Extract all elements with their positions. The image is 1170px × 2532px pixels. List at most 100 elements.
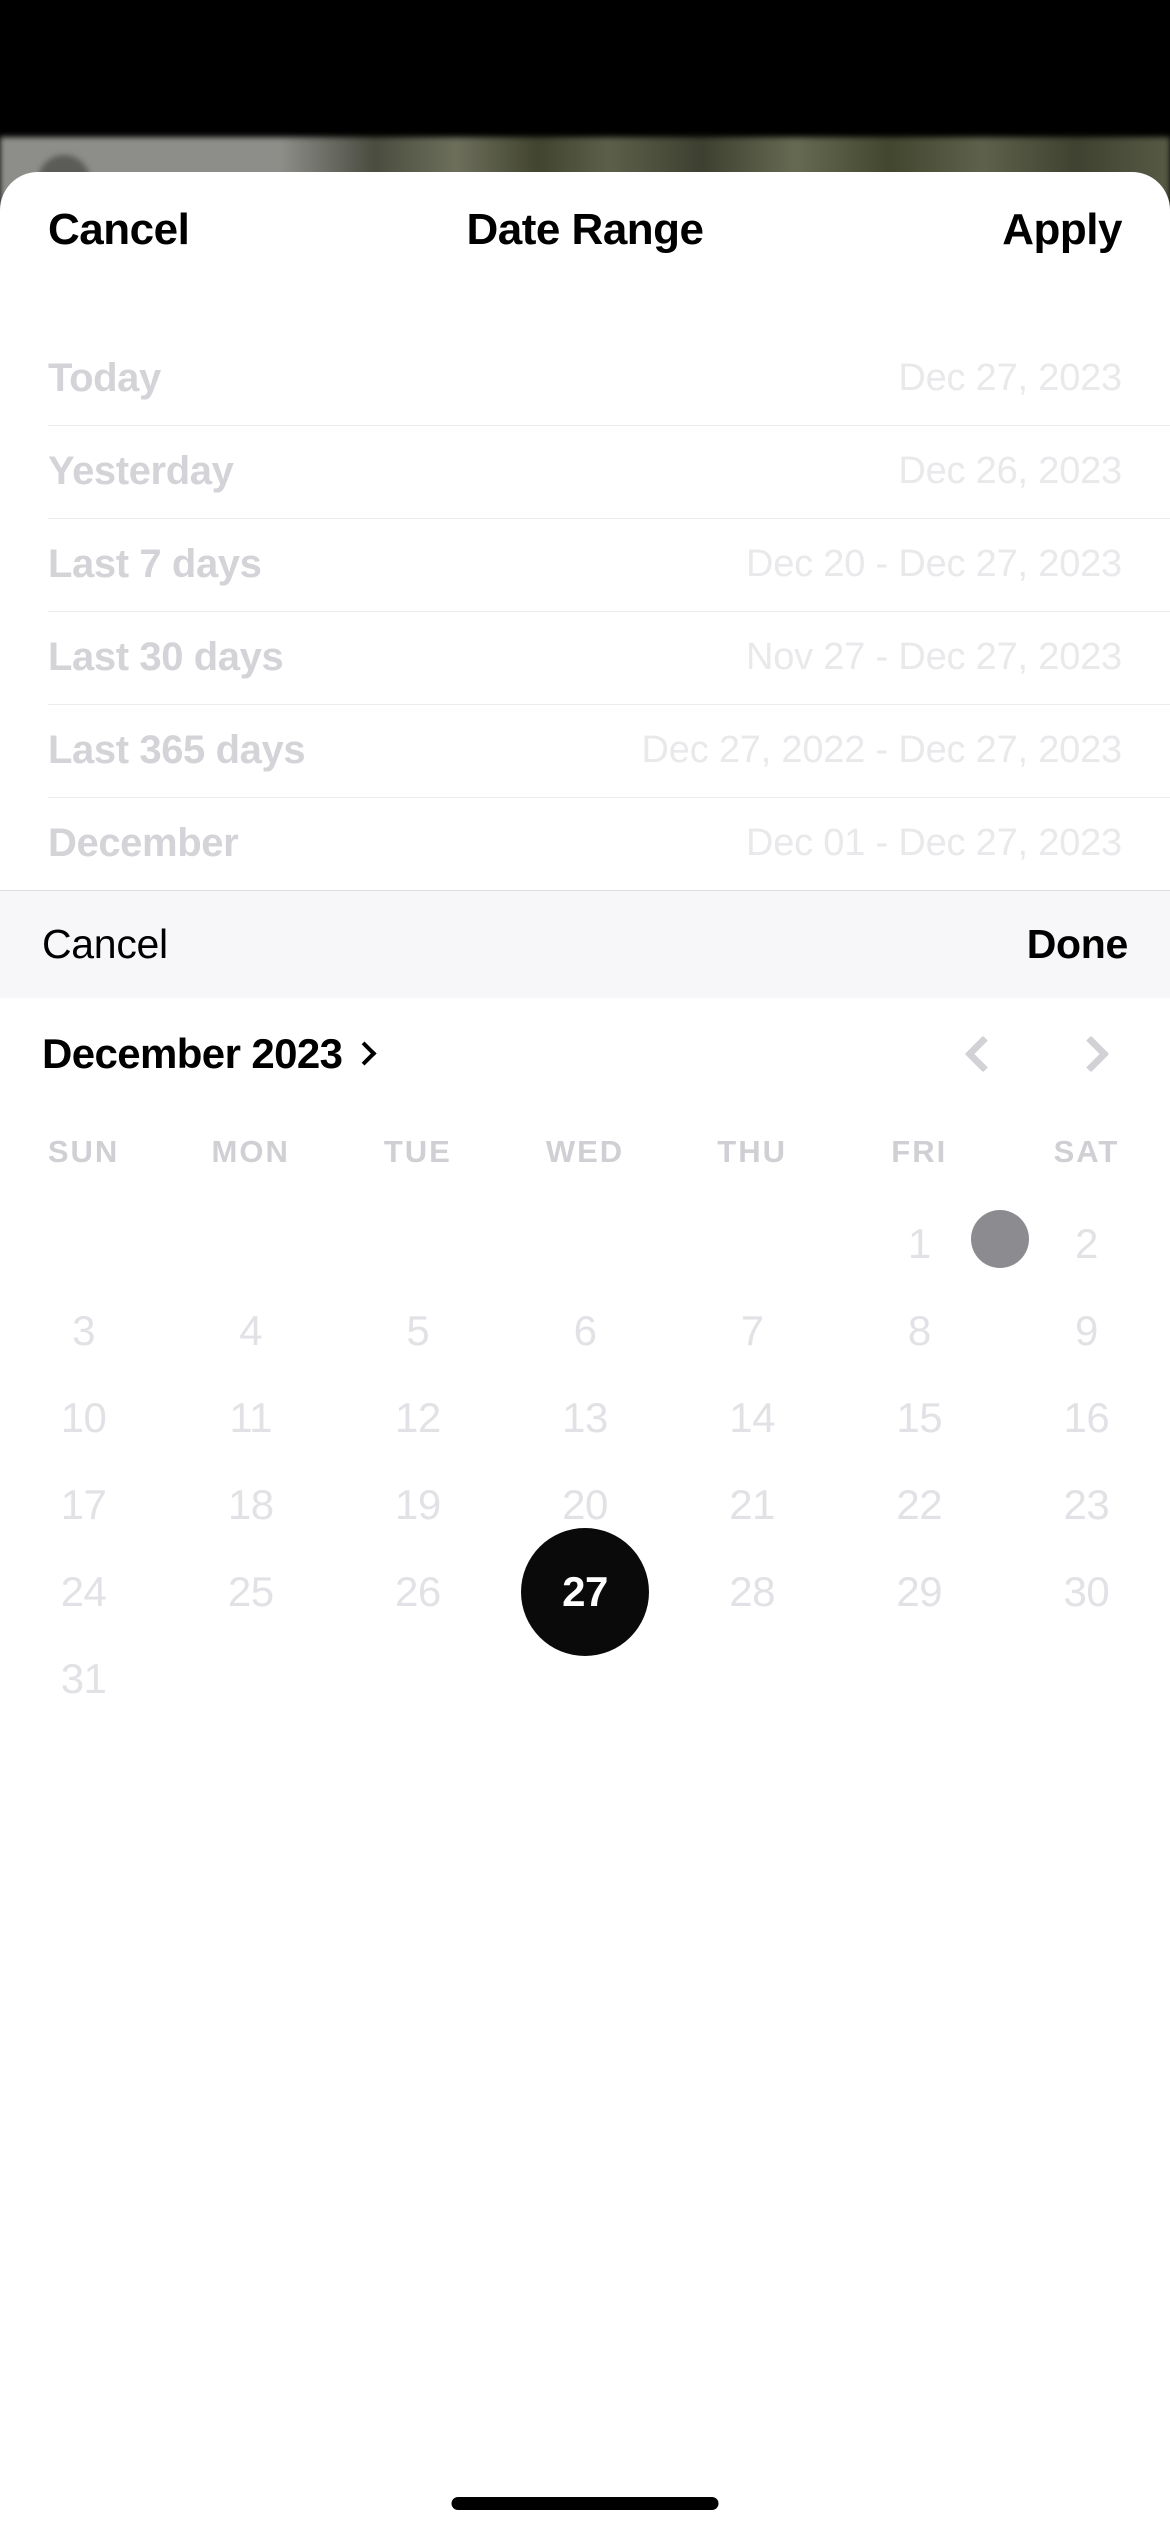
calendar-day[interactable]: 26 xyxy=(334,1548,501,1635)
calendar-day-number: 9 xyxy=(1074,1306,1098,1354)
calendar-day-number: 28 xyxy=(729,1567,775,1615)
calendar-day-number: 31 xyxy=(60,1654,107,1702)
calendar-day[interactable]: 29 xyxy=(836,1548,1003,1635)
calendar-day-number: 8 xyxy=(907,1306,931,1354)
calendar-day[interactable]: 24 xyxy=(0,1548,167,1635)
calendar-day-selected[interactable]: 27 xyxy=(501,1527,668,1656)
preset-label: December xyxy=(48,821,239,865)
calendar-header: December 2023 xyxy=(0,998,1170,1110)
calendar-day-number: 16 xyxy=(1063,1393,1110,1441)
calendar-month-label: December 2023 xyxy=(42,1030,343,1077)
calendar-day[interactable]: 18 xyxy=(167,1461,334,1548)
calendar-day-number: 27 xyxy=(520,1527,649,1656)
calendar-day[interactable]: 28 xyxy=(669,1548,836,1635)
calendar-day[interactable]: 25 xyxy=(167,1548,334,1635)
preset-label: Today xyxy=(48,356,161,400)
calendar-day-number: 7 xyxy=(740,1306,764,1354)
weekday-header-wed: WED xyxy=(545,1134,625,1169)
calendar-panel: December 2023 SUN MON TUE WED THU FRI SAT 1234… xyxy=(0,998,1170,1722)
calendar-day-empty xyxy=(0,1200,167,1287)
preset-label: Last 7 days xyxy=(48,542,262,586)
weekday-header-sun: SUN xyxy=(47,1134,120,1169)
sheet-apply-button[interactable]: Apply xyxy=(1002,208,1122,252)
calendar-picker-toolbar: Cancel Done xyxy=(0,890,1170,998)
calendar-next-month-button[interactable] xyxy=(1068,1031,1114,1077)
calendar-day[interactable]: 30 xyxy=(1003,1548,1170,1635)
preset-row[interactable]: Last 30 days Nov 27 - Dec 27, 2023 xyxy=(0,611,1170,704)
calendar-day[interactable]: 5 xyxy=(334,1287,501,1374)
calendar-day-number: 13 xyxy=(562,1393,608,1441)
calendar-day-empty xyxy=(334,1200,501,1287)
calendar-day-number: 15 xyxy=(896,1393,943,1441)
calendar-day[interactable]: 23 xyxy=(1003,1461,1170,1548)
calendar-day-number: 30 xyxy=(1063,1567,1110,1615)
weekday-header-tue: TUE xyxy=(383,1134,452,1169)
preset-row[interactable]: Last 365 days Dec 27, 2022 - Dec 27, 2023 xyxy=(0,704,1170,797)
preset-value: Dec 27, 2023 xyxy=(898,357,1122,399)
calendar-day[interactable]: 17 xyxy=(0,1461,167,1548)
calendar-day[interactable]: 11 xyxy=(167,1374,334,1461)
calendar-day[interactable]: 3 xyxy=(0,1287,167,1374)
calendar-day[interactable]: 9 xyxy=(1003,1287,1170,1374)
chevron-left-icon xyxy=(964,1035,1002,1073)
calendar-day[interactable]: 31 xyxy=(0,1635,167,1722)
calendar-day[interactable]: 14 xyxy=(669,1374,836,1461)
calendar-day-number: 4 xyxy=(239,1306,263,1354)
preset-row[interactable]: December Dec 01 - Dec 27, 2023 xyxy=(0,797,1170,890)
phone-screen: Cancel Date Range Apply Today Dec 27, 202… xyxy=(0,0,1170,2532)
picker-cancel-button[interactable]: Cancel xyxy=(42,924,168,965)
weekday-header-thu: THU xyxy=(717,1134,787,1169)
calendar-day[interactable]: 21 xyxy=(669,1461,836,1548)
calendar-day[interactable]: 16 xyxy=(1003,1374,1170,1461)
preset-value: Dec 01 - Dec 27, 2023 xyxy=(745,822,1122,864)
calendar-day-empty xyxy=(167,1200,334,1287)
preset-row[interactable]: Yesterday Dec 26, 2023 xyxy=(0,425,1170,518)
calendar-day-number: 19 xyxy=(394,1480,441,1528)
preset-label: Last 30 days xyxy=(48,635,284,679)
calendar-day-number: 11 xyxy=(229,1393,273,1441)
calendar-day[interactable]: 19 xyxy=(334,1461,501,1548)
sheet-header: Cancel Date Range Apply xyxy=(0,172,1170,304)
calendar-day-number: 10 xyxy=(60,1393,107,1441)
calendar-day[interactable]: 22 xyxy=(836,1461,1003,1548)
calendar-day-empty xyxy=(501,1200,668,1287)
preset-label: Last 365 days xyxy=(48,728,306,772)
calendar-day-number: 18 xyxy=(227,1480,274,1528)
calendar-month-selector[interactable]: December 2023 xyxy=(42,1030,377,1077)
calendar-day-number: 6 xyxy=(573,1306,597,1354)
calendar-day[interactable]: 15 xyxy=(836,1374,1003,1461)
calendar-day-number: 2 xyxy=(1074,1219,1098,1267)
preset-value: Dec 26, 2023 xyxy=(898,450,1122,492)
preset-value: Nov 27 - Dec 27, 2023 xyxy=(745,636,1122,678)
calendar-day[interactable]: 4 xyxy=(167,1287,334,1374)
calendar-day[interactable]: 6 xyxy=(501,1287,668,1374)
calendar-day-number: 1 xyxy=(907,1219,931,1267)
home-indicator[interactable] xyxy=(451,2497,719,2510)
touch-indicator xyxy=(971,1210,1029,1268)
preset-value: Dec 27, 2022 - Dec 27, 2023 xyxy=(641,729,1123,771)
weekday-header-fri: FRI xyxy=(891,1134,948,1169)
preset-row[interactable]: Last 7 days Dec 20 - Dec 27, 2023 xyxy=(0,518,1170,611)
preset-row[interactable]: Today Dec 27, 2023 xyxy=(0,332,1170,425)
chevron-right-icon xyxy=(1072,1035,1110,1073)
weekday-header-sat: SAT xyxy=(1053,1134,1120,1169)
calendar-day[interactable]: 8 xyxy=(836,1287,1003,1374)
calendar-day-empty xyxy=(669,1200,836,1287)
calendar-day-number: 22 xyxy=(896,1480,943,1528)
date-range-preset-list: Today Dec 27, 2023 Yesterday Dec 26, 2023 La… xyxy=(0,304,1170,890)
picker-done-button[interactable]: Done xyxy=(1027,924,1129,965)
date-range-sheet: Cancel Date Range Apply Today Dec 27, 202… xyxy=(0,172,1170,2532)
weekday-header-mon: MON xyxy=(211,1134,290,1169)
calendar-day-number: 29 xyxy=(896,1567,943,1615)
calendar-day-number: 20 xyxy=(562,1480,608,1528)
calendar-day[interactable]: 13 xyxy=(501,1374,668,1461)
preset-value: Dec 20 - Dec 27, 2023 xyxy=(745,543,1122,585)
calendar-prev-month-button[interactable] xyxy=(960,1031,1006,1077)
calendar-day[interactable]: 10 xyxy=(0,1374,167,1461)
calendar-day-number: 17 xyxy=(60,1480,107,1528)
calendar-day-number: 14 xyxy=(729,1393,775,1441)
chevron-right-icon xyxy=(352,1040,377,1066)
calendar-day[interactable]: 7 xyxy=(669,1287,836,1374)
calendar-day[interactable]: 12 xyxy=(334,1374,501,1461)
calendar-day-number: 24 xyxy=(60,1567,107,1615)
